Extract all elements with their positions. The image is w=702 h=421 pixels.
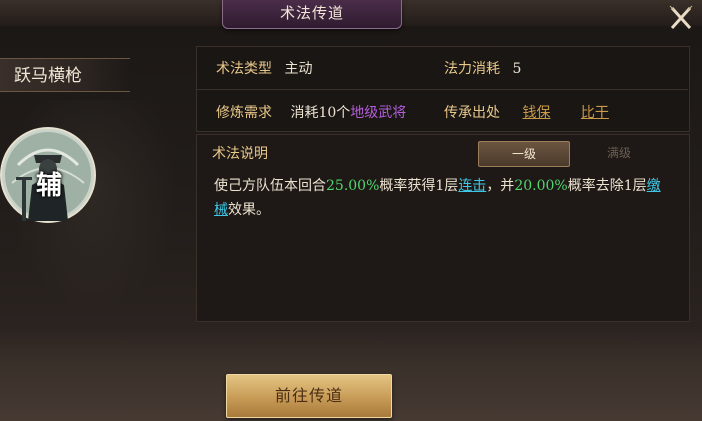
requirement-text: 消耗10个 bbox=[290, 105, 351, 121]
requirement-rank: 地级武将 bbox=[350, 105, 407, 121]
general-portrait[interactable]: 辅 bbox=[0, 125, 98, 225]
desc-percent-2: 20.00% bbox=[514, 178, 568, 194]
tab-level-1[interactable]: 一级 bbox=[478, 141, 570, 167]
source-link-1[interactable]: 钱保 bbox=[522, 105, 550, 121]
desc-percent-1: 25.00% bbox=[326, 178, 380, 194]
window-title: 术法传道 bbox=[222, 0, 402, 29]
desc-part: 使己方队伍本回合 bbox=[214, 178, 326, 194]
type-value: 主动 bbox=[284, 61, 313, 77]
type-row: 术法类型 主动 bbox=[216, 58, 312, 78]
tab-max-level[interactable]: 满级 bbox=[574, 141, 664, 165]
description-text: 使己方队伍本回合25.00%概率获得1层连击，并20.00%概率去除1层缴械效果… bbox=[214, 174, 674, 222]
desc-part: ，并 bbox=[486, 178, 515, 194]
role-badge: 辅 bbox=[36, 171, 63, 201]
source-row: 传承出处 钱保 比干 bbox=[444, 102, 609, 122]
cost-label: 法力消耗 bbox=[444, 61, 500, 77]
close-button[interactable] bbox=[664, 2, 698, 34]
requirement-row: 修炼需求 消耗10个地级武将 bbox=[216, 102, 406, 122]
close-x-icon bbox=[669, 5, 693, 30]
keyword-link-combo[interactable]: 连击 bbox=[458, 178, 486, 194]
source-link-2[interactable]: 比干 bbox=[581, 105, 609, 121]
desc-part: 效果。 bbox=[228, 202, 270, 218]
requirement-label: 修炼需求 bbox=[216, 105, 272, 121]
go-transmit-button[interactable]: 前往传道 bbox=[226, 374, 392, 418]
desc-part: 概率获得1层 bbox=[379, 178, 459, 194]
type-label: 术法类型 bbox=[216, 61, 272, 77]
info-divider bbox=[196, 89, 688, 90]
cost-row: 法力消耗 5 bbox=[444, 58, 521, 78]
cost-value: 5 bbox=[512, 61, 522, 77]
description-title: 术法说明 bbox=[212, 146, 268, 162]
general-name: 跃马横枪 bbox=[0, 58, 130, 92]
desc-part: 概率去除1层 bbox=[567, 178, 647, 194]
source-label: 传承出处 bbox=[444, 105, 500, 121]
